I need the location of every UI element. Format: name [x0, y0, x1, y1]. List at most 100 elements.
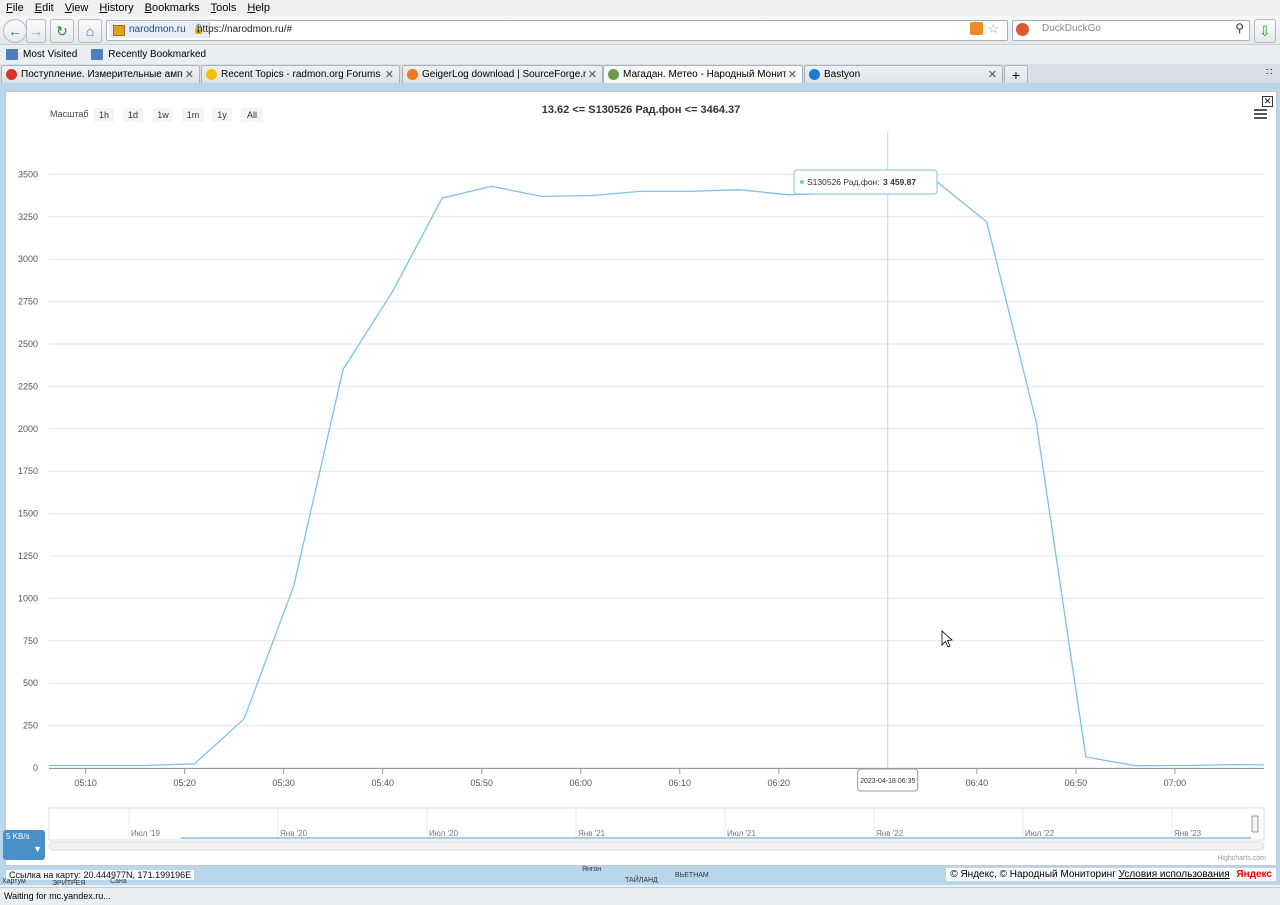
tab-radmon[interactable]: Recent Topics - radmon.org Forums ✕ [201, 65, 400, 84]
close-tab-icon[interactable]: ✕ [988, 66, 997, 84]
duckduckgo-icon [1016, 23, 1029, 36]
site-identity[interactable]: narodmon.ru 🔒 [109, 22, 210, 38]
url-text[interactable]: https://narodmon.ru/# [197, 23, 292, 37]
tab-favicon-icon [6, 69, 17, 80]
tab-label: Магадан. Метео - Народный Мониторинг [623, 69, 786, 80]
menu-help[interactable]: Help [241, 2, 275, 14]
plus-icon: + [1011, 67, 1021, 83]
tab-label: GeigerLog download | SourceForge.net [422, 69, 586, 80]
x-tick-label: 05:30 [272, 778, 295, 788]
x-tick-label: 06:50 [1065, 778, 1088, 788]
close-tab-icon[interactable]: ✕ [185, 66, 194, 84]
mouse-cursor-icon [941, 630, 953, 648]
x-tick-label: 06:00 [569, 778, 592, 788]
url-bar[interactable]: narodmon.ru 🔒 https://narodmon.ru/# ☆ [106, 20, 1008, 41]
tab-favicon-icon [407, 69, 418, 80]
chart-menu-icon[interactable] [1254, 109, 1267, 119]
speed-label: 5 KB/s [6, 832, 30, 841]
speed-widget[interactable]: 5 KB/s ▼ [3, 830, 45, 860]
y-tick-label: 2750 [18, 297, 38, 307]
map-copyright: © Яндекс, © Народный Мониторинг Условия … [946, 868, 1276, 881]
y-tick-label: 750 [23, 636, 38, 646]
navigator-scrollbar [48, 841, 1265, 851]
highcharts-credits[interactable]: Highcharts.com [1217, 855, 1266, 862]
range-1w-button[interactable]: 1w [153, 108, 173, 122]
crosshair-time-label: 2023-04-18 06:35 [860, 778, 915, 785]
range-1h-button[interactable]: 1h [94, 108, 114, 122]
forward-arrow-icon: → [29, 23, 43, 39]
x-tick-label: 06:20 [768, 778, 791, 788]
yandex-logo[interactable]: Яндекс [1236, 869, 1272, 880]
tab-magadan-meteo[interactable]: Магадан. Метео - Народный Мониторинг✕ [603, 65, 803, 84]
navigator-label: Июл '21 [727, 829, 756, 838]
y-tick-label: 3250 [18, 212, 38, 222]
menu-view[interactable]: View [59, 2, 94, 14]
navigator-label: Июл '20 [429, 829, 458, 838]
navigator-label: Янв '20 [280, 829, 308, 838]
tab-bastyon[interactable]: Bastyon ✕ [804, 65, 1003, 84]
star-icon[interactable]: ☆ [987, 21, 999, 37]
tooltip-series-dot [800, 180, 804, 184]
bookmark-most-visited[interactable]: Most Visited [6, 49, 77, 60]
copyright-text: © Яндекс, © Народный Мониторинг [950, 869, 1116, 880]
map-place-label: Сана [110, 878, 127, 885]
new-tab-button[interactable]: + [1004, 65, 1028, 84]
tooltip-series-name: S130526 Рад.фон: [807, 177, 880, 187]
rss-icon[interactable] [970, 22, 983, 35]
y-tick-label: 1250 [18, 551, 38, 561]
tooltip-value: 3 459.87 [883, 177, 916, 187]
tab-postuplenie[interactable]: Поступление. Измерительные амперм...✕ [1, 65, 200, 84]
tab-label: Поступление. Измерительные амперм... [21, 69, 183, 80]
bookmark-recently-bookmarked[interactable]: Recently Bookmarked [91, 49, 206, 60]
x-tick-label: 05:20 [173, 778, 196, 788]
back-button[interactable]: ← [3, 19, 27, 43]
navigation-toolbar: ← → ↻ ⌂ narodmon.ru 🔒 https://narodmon.r… [0, 16, 1280, 45]
bookmark-folder-icon [91, 49, 104, 60]
range-1y-button[interactable]: 1y [212, 108, 232, 122]
x-tick-label: 05:50 [470, 778, 493, 788]
search-bar[interactable]: DuckDuckGo ⚲ [1012, 20, 1250, 41]
range-all-button[interactable]: All [241, 108, 263, 122]
range-1m-button[interactable]: 1m [182, 108, 204, 122]
range-1d-button[interactable]: 1d [123, 108, 143, 122]
map-info-bar: Ссылка на карту: 20.444977N, 171.199196E… [0, 866, 1280, 887]
tab-list-icon[interactable]: ∷ [1266, 67, 1272, 78]
map-coordinates: Ссылка на карту: 20.444977N, 171.199196E [6, 870, 195, 880]
menu-edit[interactable]: Edit [29, 2, 59, 14]
y-tick-label: 2500 [18, 339, 38, 349]
menu-file[interactable]: File [0, 2, 29, 14]
tab-geigerlog[interactable]: GeigerLog download | SourceForge.net ✕ [402, 65, 603, 84]
x-tick-label: 07:00 [1164, 778, 1187, 788]
tab-favicon-icon [809, 69, 820, 80]
close-tab-icon[interactable]: ✕ [788, 66, 797, 84]
bookmark-label: Recently Bookmarked [108, 49, 207, 60]
close-chart-button[interactable]: ✕ [1262, 96, 1273, 107]
x-tick-label: 05:10 [74, 778, 97, 788]
site-identity-label: narodmon.ru [129, 24, 186, 35]
close-tab-icon[interactable]: ✕ [588, 66, 597, 84]
y-tick-label: 250 [23, 721, 38, 731]
map-place-label: ЭРИТРЕЯ [52, 880, 86, 887]
map-place-label: Янгон [582, 866, 602, 873]
menu-tools[interactable]: Tools [205, 2, 242, 14]
close-tab-icon[interactable]: ✕ [385, 66, 394, 84]
y-tick-label: 1000 [18, 593, 38, 603]
dropdown-arrow-icon[interactable]: ▼ [33, 844, 42, 854]
downloads-button[interactable]: ⇩ [1254, 19, 1276, 43]
home-button[interactable]: ⌂ [78, 19, 102, 43]
y-tick-label: 0 [33, 763, 38, 773]
bookmarks-toolbar: Most Visited Recently Bookmarked [0, 45, 1280, 64]
chart-popup: 13.62 <= S130526 Рад.фон <= 3464.37 0 250 5… [5, 91, 1277, 866]
navigator-handle [1251, 815, 1259, 833]
menu-history[interactable]: History [93, 2, 138, 14]
map-place-label: ТАЙЛАНД [625, 877, 658, 884]
reload-button[interactable]: ↻ [50, 19, 74, 43]
search-icon[interactable]: ⚲ [1235, 21, 1244, 35]
y-tick-label: 3000 [18, 254, 38, 264]
status-bar: Waiting for mc.yandex.ru... [0, 887, 1280, 905]
menu-bookmarks[interactable]: Bookmarks [139, 2, 205, 14]
terms-link[interactable]: Условия использования [1119, 869, 1230, 880]
radiation-chart: 13.62 <= S130526 Рад.фон <= 3464.37 0 250 5… [18, 104, 1265, 851]
forward-button[interactable]: → [26, 19, 46, 43]
y-tick-label: 1750 [18, 466, 38, 476]
